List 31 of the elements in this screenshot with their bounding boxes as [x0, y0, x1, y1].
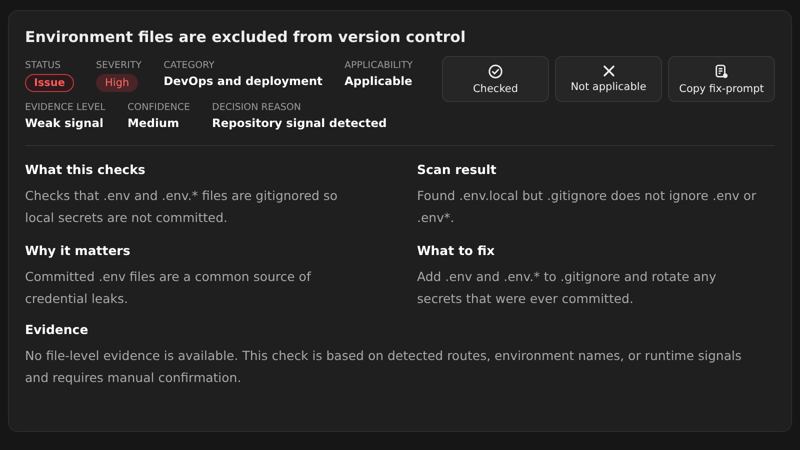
section-text: Committed .env files are a common source of credential leaks. [25, 268, 312, 308]
field-label: DECISION REASON [212, 102, 301, 113]
field-label: SEVERITY [96, 60, 142, 71]
severity-badge: High [96, 74, 138, 92]
section-heading: Why it matters [25, 243, 132, 258]
document-gear-icon [714, 64, 729, 78]
field-value: Repository signal detected [212, 116, 387, 130]
card-title: Environment files are excluded from version control [25, 28, 467, 46]
action-button[interactable]: Checked [442, 56, 549, 102]
check-circle-icon [488, 64, 503, 78]
section-heading: What this checks [25, 162, 146, 177]
section-heading: Scan result [417, 162, 498, 177]
field-label: EVIDENCE LEVEL [25, 102, 106, 113]
close-icon [602, 65, 614, 77]
field-value: Medium [127, 116, 180, 130]
field-label: CONFIDENCE [127, 102, 190, 113]
section-text: No file-level evidence is available. This check is based on detected routes, environment names, or runtime signals and requires manual confirmation. [25, 347, 742, 387]
action-button[interactable]: Copy fix-prompt [668, 56, 775, 102]
action-button[interactable]: Not applicable [555, 56, 662, 102]
field-label: APPLICABILITY [344, 60, 413, 71]
section-text: Found .env.local but .gitignore does not ignore .env or .env*. [417, 187, 758, 227]
section-text: Add .env and .env.* to .gitignore and rotate any secrets that were ever committed. [417, 268, 718, 308]
section-text: Checks that .env and .env.* files are gitignored so local secrets are not committed. [25, 187, 339, 227]
field-value: Applicable [344, 74, 412, 88]
status-badge: Issue [25, 74, 74, 92]
field-label: STATUS [25, 60, 61, 71]
section-heading: Evidence [25, 322, 90, 337]
field-value: DevOps and deployment [164, 74, 323, 88]
field-value: Weak signal [25, 116, 104, 130]
section-heading: What to fix [417, 243, 496, 258]
field-label: CATEGORY [164, 60, 214, 71]
